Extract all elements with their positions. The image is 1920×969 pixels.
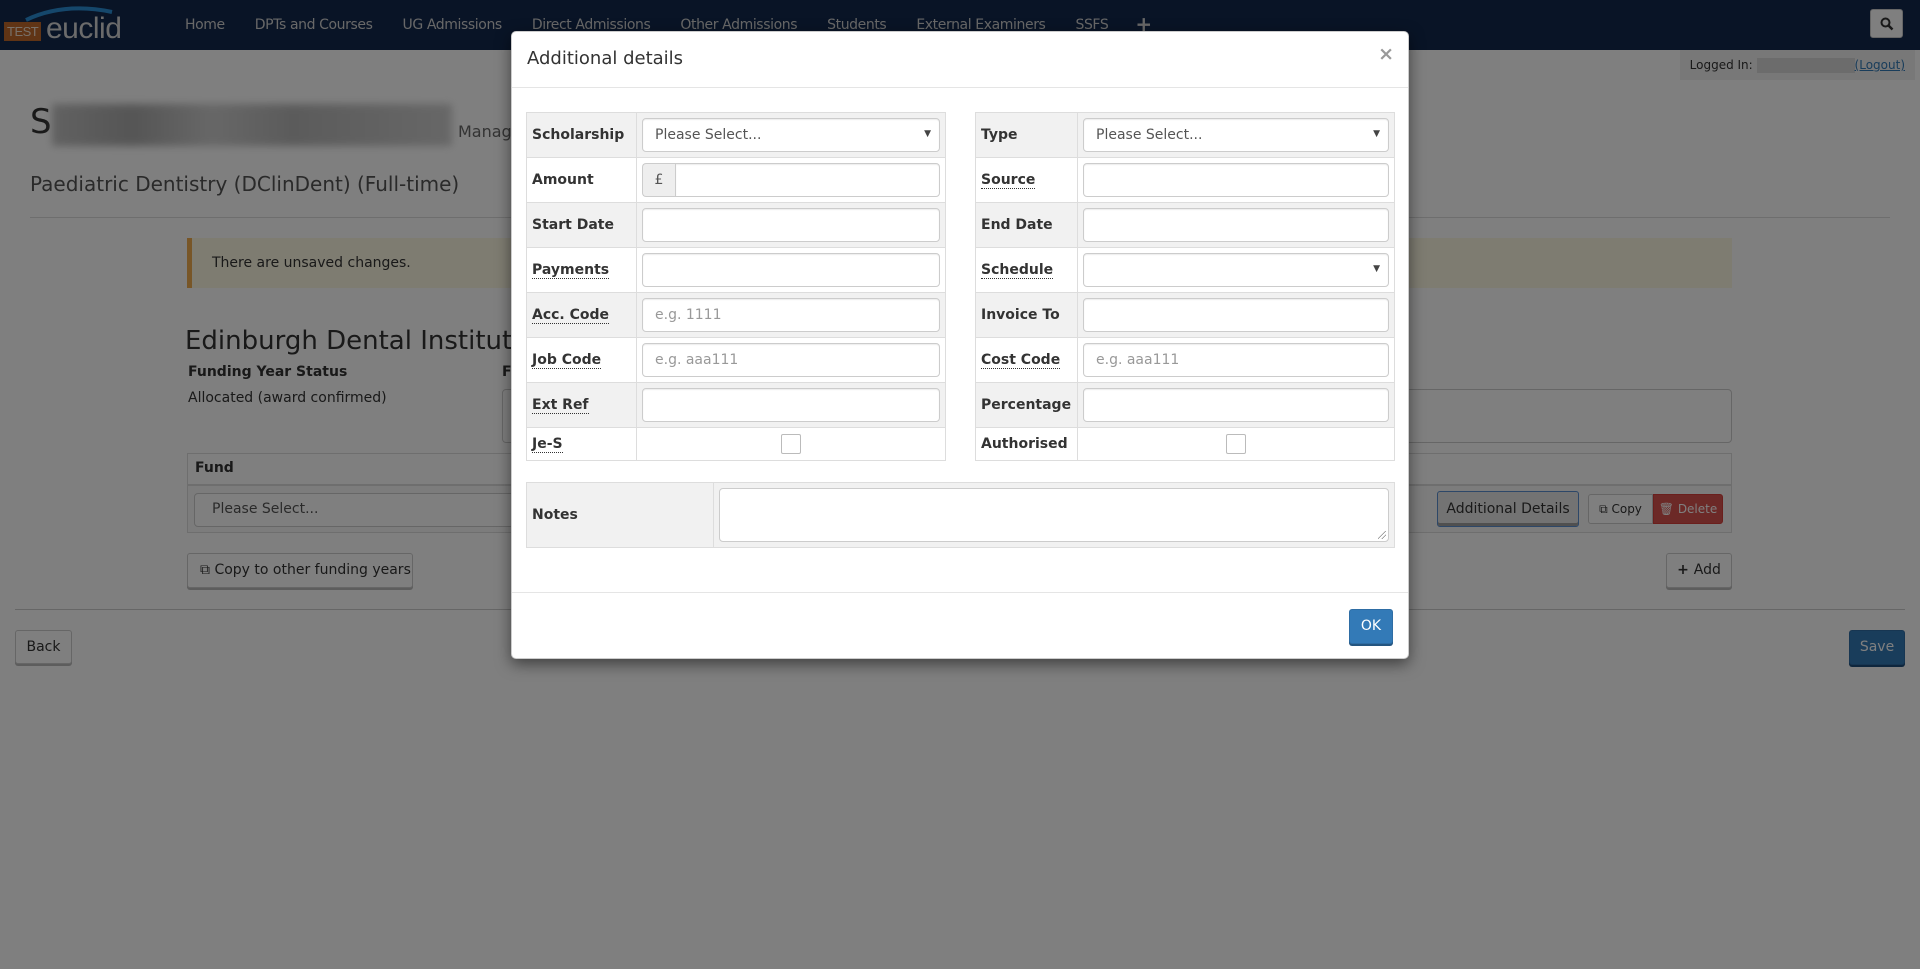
type-label: Type [975,112,1078,158]
type-select[interactable]: Please Select... ▼ [1083,118,1389,152]
pound-currency-addon: £ [642,163,675,197]
end-date-input[interactable] [1083,208,1389,242]
ext-ref-input[interactable] [642,388,940,422]
caret-down-icon: ▼ [924,129,931,139]
notes-textarea[interactable] [719,488,1389,542]
scholarship-select-value: Please Select... [655,127,762,143]
authorised-checkbox[interactable] [1226,434,1246,454]
notes-table: Notes [526,482,1395,548]
source-label: Source [981,172,1036,189]
schedule-label: Schedule [981,262,1054,279]
payments-input[interactable] [642,253,940,287]
schedule-select[interactable]: ▼ [1083,253,1389,287]
percentage-input[interactable] [1083,388,1389,422]
end-date-label: End Date [975,202,1078,248]
amount-label: Amount [526,157,637,203]
job-code-input[interactable] [642,343,940,377]
start-date-label: Start Date [526,202,637,248]
acc-code-input[interactable] [642,298,940,332]
right-details-table: Type Please Select... ▼ Source End Date S… [975,112,1395,461]
authorised-label: Authorised [975,427,1078,461]
cost-code-label: Cost Code [981,352,1061,369]
modal-footer-divider [512,592,1408,593]
notes-label: Notes [526,482,714,548]
amount-input-group: £ [642,163,940,197]
job-code-label: Job Code [532,352,602,369]
left-details-table: Scholarship Please Select... ▼ Amount £ S… [526,112,946,461]
caret-down-icon: ▼ [1373,264,1380,274]
acc-code-label: Acc. Code [532,307,610,324]
caret-down-icon: ▼ [1373,129,1380,139]
payments-label: Payments [532,262,610,279]
invoice-to-label: Invoice To [975,292,1078,338]
additional-details-modal: Additional details × Scholarship Please … [511,31,1409,659]
scholarship-select[interactable]: Please Select... ▼ [642,118,940,152]
percentage-label: Percentage [975,382,1078,428]
amount-input[interactable] [675,163,940,197]
type-select-value: Please Select... [1096,127,1203,143]
close-icon[interactable]: × [1378,45,1394,64]
modal-header: Additional details × [512,32,1408,88]
scholarship-label: Scholarship [526,112,637,158]
je-s-checkbox[interactable] [781,434,801,454]
source-input[interactable] [1083,163,1389,197]
start-date-input[interactable] [642,208,940,242]
resize-handle-icon[interactable] [1378,531,1386,539]
ext-ref-label: Ext Ref [532,397,589,414]
modal-title: Additional details [527,48,684,69]
je-s-label: Je-S [532,436,563,453]
ok-button[interactable]: OK [1349,609,1393,644]
cost-code-input[interactable] [1083,343,1389,377]
invoice-to-input[interactable] [1083,298,1389,332]
